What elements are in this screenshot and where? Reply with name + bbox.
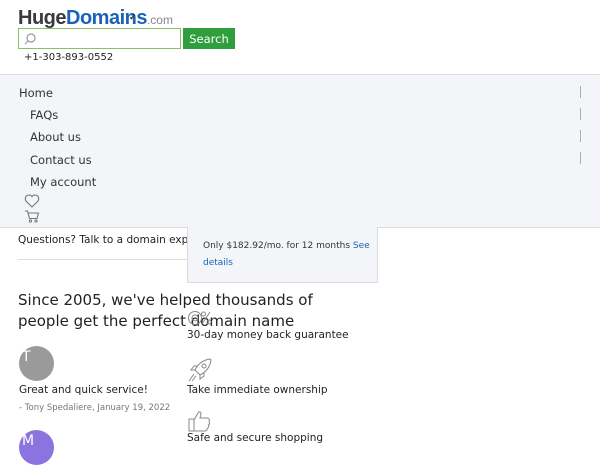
percent-icon	[188, 311, 212, 325]
logo-check-icon: ✓	[129, 12, 137, 22]
benefit-text: 30-day money back guarantee	[187, 329, 349, 341]
thumbs-up-icon	[188, 411, 211, 432]
nav-panel: Home FAQs About us Contact us My account	[0, 74, 600, 228]
expert-label: Questions? Talk to a domain expert:	[18, 234, 207, 246]
price-box: Only $182.92/mo. for 12 months See detai…	[187, 227, 378, 283]
phone-number[interactable]: +1-303-893-0552	[24, 52, 113, 63]
logo-com: .com	[146, 13, 173, 27]
search-button[interactable]: Search	[183, 28, 235, 49]
nav-separator	[580, 152, 581, 164]
cart-icon[interactable]	[24, 209, 40, 223]
nav-separator	[580, 130, 581, 142]
page-headline: Since 2005, we've helped thousands of pe…	[18, 291, 313, 330]
price-text: Only $182.92/mo. for 12 months	[203, 241, 353, 251]
benefit-text: Take immediate ownership	[187, 384, 328, 396]
review-author: - Tony Spedaliere, January 19, 2022	[19, 403, 171, 413]
search-icon	[24, 33, 36, 45]
rocket-icon	[188, 358, 212, 382]
nav-separator	[580, 108, 581, 120]
avatar: T	[19, 346, 54, 381]
nav-separator	[580, 86, 581, 98]
logo-huge: Huge	[18, 7, 67, 29]
divider	[18, 259, 188, 260]
search-input[interactable]	[18, 28, 181, 49]
avatar: M	[19, 430, 54, 465]
nav-faqs[interactable]: FAQs	[30, 108, 58, 122]
heart-icon[interactable]	[24, 194, 40, 208]
benefit-text: Safe and secure shopping	[187, 432, 324, 444]
nav-about-us[interactable]: About us	[30, 130, 81, 144]
nav-home[interactable]: Home	[19, 86, 53, 100]
nav-my-account[interactable]: My account	[30, 175, 96, 189]
review-text: Great and quick service!	[19, 384, 148, 396]
nav-contact-us[interactable]: Contact us	[30, 153, 92, 167]
